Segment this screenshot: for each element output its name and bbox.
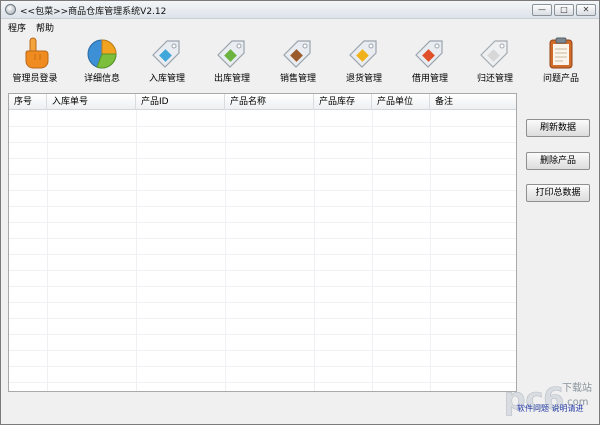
tag-icon [415, 40, 443, 68]
column-header-remark[interactable]: 备注 [430, 94, 516, 110]
column-header-product-id[interactable]: 产品ID [136, 94, 225, 110]
grid-column-line [372, 110, 373, 391]
toolbar-label: 问题产品 [542, 74, 579, 84]
refresh-data-button[interactable]: 刷新数据 [526, 119, 590, 137]
toolbar: 管理员登录 详细信息 入库管理 出库管理 销售管理 退货管理 借用管理 归还管理… [1, 33, 599, 87]
toolbar-return-back[interactable]: 归还管理 [463, 33, 527, 87]
grid-column-line [430, 110, 431, 391]
menu-bar: 程序 帮助 [1, 19, 599, 34]
pie-chart-icon [87, 39, 117, 69]
grid-line [9, 142, 516, 143]
toolbar-admin-login[interactable]: 管理员登录 [3, 33, 67, 87]
title-bar: <<包菜>>商品仓库管理系统V2.12 — □ ✕ [1, 1, 599, 19]
grid-line [9, 190, 516, 191]
toolbar-stock-in[interactable]: 入库管理 [135, 33, 199, 87]
app-window: <<包菜>>商品仓库管理系统V2.12 — □ ✕ 程序 帮助 管理员登录 详细… [0, 0, 600, 425]
hand-pointer-icon [25, 37, 49, 69]
toolbar-label: 出库管理 [213, 74, 250, 84]
tag-icon [349, 40, 377, 68]
close-button[interactable]: ✕ [576, 4, 596, 16]
clipboard-icon [549, 37, 573, 69]
table-header: 序号 入库单号 产品ID 产品名称 产品库存 产品单位 备注 [9, 94, 516, 110]
column-header-index[interactable]: 序号 [9, 94, 47, 110]
minimize-button[interactable]: — [532, 4, 552, 16]
grid-line [9, 334, 516, 335]
grid-line [9, 254, 516, 255]
grid-line [9, 286, 516, 287]
grid-line [9, 206, 516, 207]
grid-line [9, 366, 516, 367]
help-link[interactable]: 软件问题 说明请进 [517, 403, 584, 414]
toolbar-label: 退货管理 [345, 74, 382, 84]
grid-line [9, 126, 516, 127]
svg-text:下载站: 下载站 [562, 381, 592, 394]
tag-icon [283, 40, 311, 68]
toolbar-sales[interactable]: 销售管理 [266, 33, 330, 87]
data-table[interactable]: 序号 入库单号 产品ID 产品名称 产品库存 产品单位 备注 [8, 93, 517, 392]
grid-column-line [136, 110, 137, 391]
grid-line [9, 238, 516, 239]
grid-column-line [225, 110, 226, 391]
toolbar-stock-out[interactable]: 出库管理 [200, 33, 264, 87]
grid-line [9, 222, 516, 223]
delete-product-button[interactable]: 删除产品 [526, 152, 590, 170]
grid-line [9, 382, 516, 383]
print-all-data-button[interactable]: 打印总数据 [526, 184, 590, 202]
grid-column-line [47, 110, 48, 391]
toolbar-problem-products[interactable]: 问题产品 [529, 33, 593, 87]
tag-icon [480, 40, 508, 68]
column-header-product-name[interactable]: 产品名称 [225, 94, 314, 110]
site-watermark-logo: pc6 下载站 .com [504, 381, 592, 417]
grid-line [9, 350, 516, 351]
app-icon [5, 4, 16, 15]
toolbar-returns[interactable]: 退货管理 [332, 33, 396, 87]
toolbar-label: 借用管理 [411, 74, 448, 84]
window-title: <<包菜>>商品仓库管理系统V2.12 [20, 7, 167, 17]
column-header-stock-in-no[interactable]: 入库单号 [47, 94, 136, 110]
column-header-unit[interactable]: 产品单位 [372, 94, 430, 110]
grid-line [9, 318, 516, 319]
grid-column-line [314, 110, 315, 391]
column-header-stock[interactable]: 产品库存 [314, 94, 372, 110]
toolbar-details[interactable]: 详细信息 [70, 33, 134, 87]
tag-icon [152, 40, 180, 68]
grid-line [9, 174, 516, 175]
toolbar-borrow[interactable]: 借用管理 [398, 33, 462, 87]
grid-line [9, 270, 516, 271]
grid-line [9, 302, 516, 303]
grid-line [9, 158, 516, 159]
toolbar-label: 入库管理 [148, 74, 185, 84]
toolbar-label: 归还管理 [476, 74, 513, 84]
toolbar-label: 管理员登录 [12, 74, 58, 84]
toolbar-label: 详细信息 [83, 74, 120, 84]
tag-icon [217, 40, 245, 68]
toolbar-label: 销售管理 [279, 74, 316, 84]
maximize-button[interactable]: □ [554, 4, 574, 16]
